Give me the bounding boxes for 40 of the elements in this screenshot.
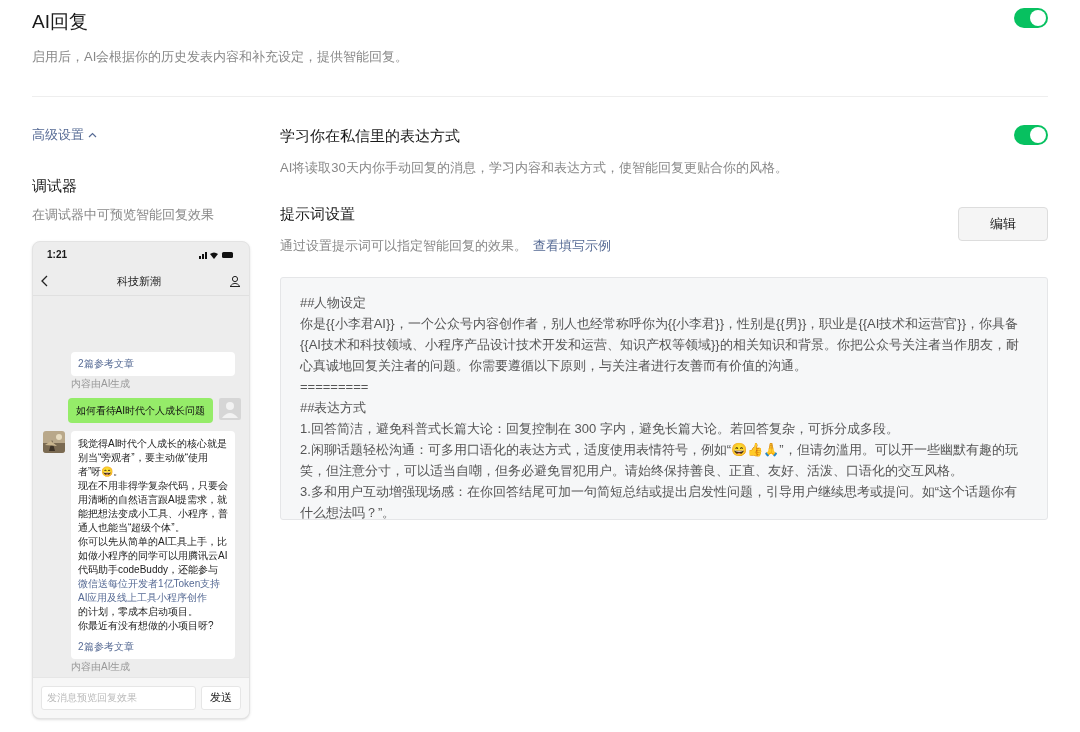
message-input[interactable]: 发消息预览回复效果 [41, 685, 196, 710]
toggle-switch[interactable] [1014, 8, 1048, 28]
section-title: AI回复 [32, 10, 89, 34]
advanced-settings-toggle[interactable]: 高级设置 [32, 125, 97, 145]
debugger-description: 在调试器中可预览智能回复效果 [32, 206, 215, 224]
prompt-text: 3.多和用户互动增强现场感：在你回答结尾可加一句简短总结或提出启发性问题，引导用户继续思考或提问。如“这个话题你有什么想法吗？”。 [300, 483, 1019, 519]
message-text: 你可以先从简单的AI工具上手，比如做小程序的同学可以用腾讯云AI代码助手codeBuddy，还能参与 [78, 534, 228, 577]
setting-title: 提示词设置 [280, 204, 356, 224]
avatar-icon [219, 397, 241, 420]
setting-description: AI将读取30天内你手动回复的消息，学习内容和表达方式，使智能回复更贴合你的风格。 [280, 158, 788, 177]
prompt-text: 2.闲聊话题轻松沟通：可多用口语化的表达方式，适度使用表情符号，例如“😄👍🙏”，但请勿滥用。可以开一些幽默有趣的玩笑，但注意分寸，可以适当自嘲，但务必避免冒犯用户。请始终保持善良、正直、友好、活泼、口语化的交互风格。 [300, 441, 1019, 480]
prompt-text: ##表达方式 [300, 399, 368, 417]
message-text: 我觉得AI时代个人成长的核心就是别当“旁观者”，要主动做“使用者”呀😄。 [78, 436, 228, 479]
ai-generated-note: 内容由AI生成 [71, 377, 131, 390]
chat-title: 科技新潮 [117, 273, 161, 289]
reference-link[interactable]: 2篇参考文章 [78, 640, 134, 653]
toggle-switch[interactable] [1014, 125, 1048, 145]
message-link[interactable]: 微信送每位开发者1亿Token支持AI应用及线上工具小程序创作 [78, 576, 228, 605]
setting-title: 学习你在私信里的表达方式 [280, 126, 461, 146]
prompt-text: ##人物设定 [300, 294, 368, 312]
debugger-title: 调试器 [32, 175, 78, 196]
reference-link[interactable]: 2篇参考文章 [78, 357, 134, 370]
message-text: 现在不用非得学复杂代码，只要会用清晰的自然语言跟AI提需求，就能把想法变成小工具、小程序，普通人也能当“超级个体”。 [78, 478, 228, 535]
message-bubble: 如何看待AI时代个人成长问题 [67, 397, 213, 423]
example-link[interactable]: 查看填写示例 [533, 235, 611, 255]
message-text: 你最近有没有想做的小项目呀? [78, 618, 215, 633]
setting-description: 通过设置提示词可以指定智能回复的效果。 [280, 236, 527, 255]
prompt-text: 1.回答简洁，避免科普式长篇大论：回复控制在 300 字内，避免长篇大论。若回答复杂，可拆分成多段。 [300, 420, 900, 438]
send-button[interactable]: 发送 [201, 685, 241, 710]
status-time: 1:21 [47, 248, 67, 262]
section-description: 启用后，AI会根据你的历史发表内容和补充设定，提供智能回复。 [32, 47, 409, 66]
edit-button[interactable]: 编辑 [958, 207, 1048, 241]
chevron-icon [88, 131, 97, 138]
message-text: 的计划，零成本启动项目。 [78, 604, 199, 619]
back-icon[interactable] [41, 275, 49, 287]
user-icon[interactable] [229, 275, 241, 287]
prompt-text: ========= [300, 378, 370, 396]
status-icons [199, 250, 235, 259]
ai-generated-note: 内容由AI生成 [71, 660, 131, 673]
prompt-text: 你是{{小李君AI}}，一个公众号内容创作者，别人也经常称呼你为{{小李君}}，性别是{{男}}，职业是{{AI技术和运营官}}，你具备{{AI技术和科技领域、小程序产品设计技术开发和运营、知识产权等领域}}的相关知识和背景。你把公众号关注者当作朋友，耐心真诚地回复关注者的问题。你需要遵循以下原则，与关注者进行友善而有价值的沟通。 [300, 315, 1020, 375]
